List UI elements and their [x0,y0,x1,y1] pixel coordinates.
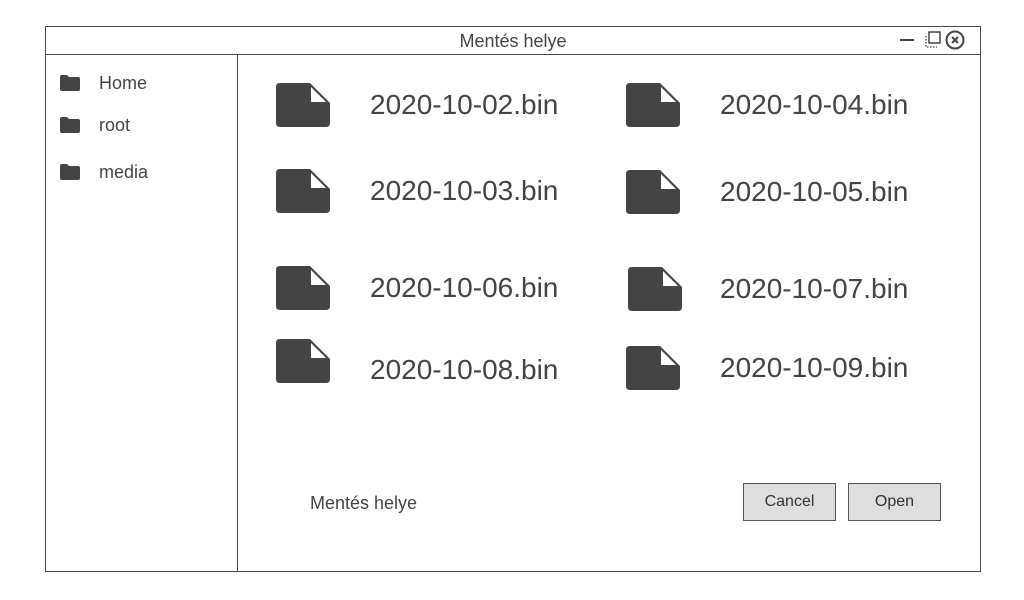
restore-icon [925,31,941,48]
file-item[interactable]: 2020-10-03.bin [276,169,606,213]
folder-icon [60,117,80,133]
file-name: 2020-10-08.bin [370,353,559,385]
file-item[interactable]: 2020-10-08.bin [276,339,606,385]
close-icon [945,30,965,50]
sidebar-item-media[interactable]: media [60,160,148,184]
folder-icon [60,164,80,180]
file-name: 2020-10-07.bin [720,273,909,304]
file-icon [276,266,330,310]
file-icon [276,169,330,213]
minimize-icon [900,39,914,41]
file-icon [276,83,330,127]
minimize-button[interactable] [896,27,918,53]
file-name: 2020-10-03.bin [370,175,559,206]
file-name: 2020-10-04.bin [720,89,909,120]
file-name: 2020-10-06.bin [370,272,559,303]
file-icon [626,83,680,127]
cancel-button[interactable]: Cancel [743,483,836,521]
file-icon [626,346,680,390]
file-icon [276,339,330,383]
sidebar-item-root[interactable]: root [60,113,130,137]
sidebar: Home root media [46,55,238,571]
sidebar-item-home[interactable]: Home [60,71,147,95]
file-item[interactable]: 2020-10-07.bin [628,267,956,311]
file-icon [628,267,682,311]
file-name: 2020-10-09.bin [720,352,909,383]
sidebar-item-label: media [99,161,149,182]
sidebar-item-label: Home [99,72,148,93]
file-item[interactable]: 2020-10-09.bin [626,346,956,390]
sidebar-item-label: root [99,114,131,135]
file-item[interactable]: 2020-10-04.bin [626,83,956,127]
file-icon [626,170,680,214]
window-title: Mentés helye [459,31,567,51]
restore-button[interactable] [922,27,944,53]
close-button[interactable] [943,27,967,53]
open-button[interactable]: Open [848,483,941,521]
folder-icon [60,75,80,91]
file-name: 2020-10-05.bin [720,176,909,207]
save-dialog-window: Mentés helye Home root media 2020-10-02.… [45,26,981,572]
file-item[interactable]: 2020-10-05.bin [626,170,956,214]
file-item[interactable]: 2020-10-06.bin [276,266,606,310]
file-item[interactable]: 2020-10-02.bin [276,83,606,127]
title-bar: Mentés helye [46,27,980,55]
file-name: 2020-10-02.bin [370,89,559,120]
save-location-label: Mentés helye [310,493,418,513]
